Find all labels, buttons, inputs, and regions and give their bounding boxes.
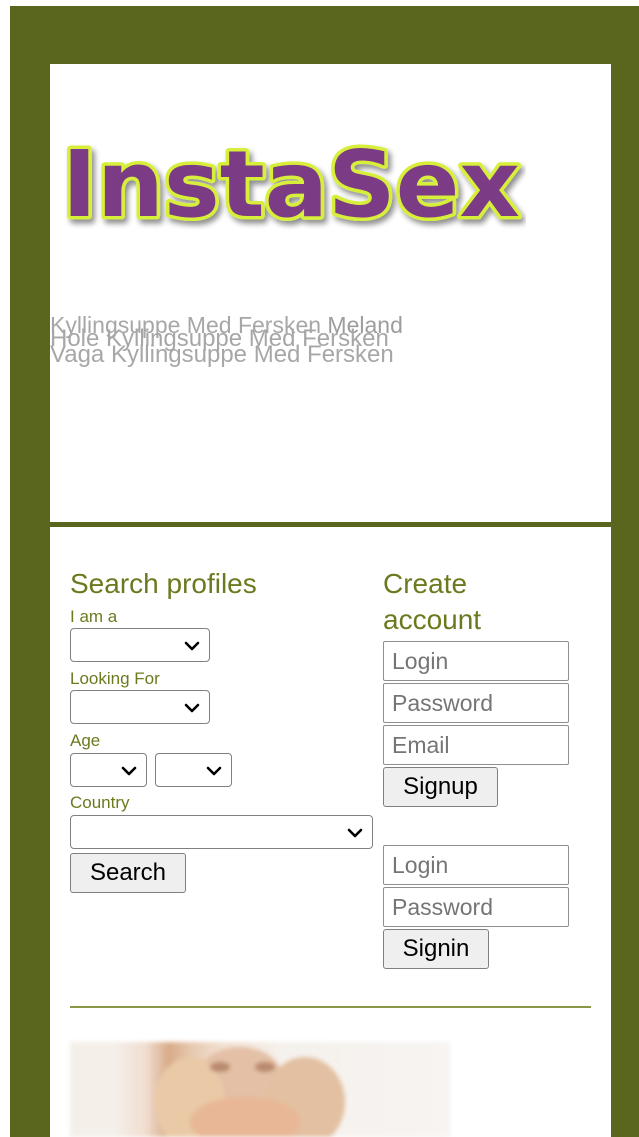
signup-password-input[interactable] bbox=[383, 683, 569, 723]
search-button[interactable]: Search bbox=[70, 853, 186, 893]
signin-button[interactable]: Signin bbox=[383, 929, 489, 969]
signin-password-input[interactable] bbox=[383, 887, 569, 927]
i-am-label: I am a bbox=[70, 607, 118, 626]
chevron-down-icon bbox=[184, 703, 200, 713]
instasex-logo[interactable]: InstaSex bbox=[58, 120, 526, 239]
signup-login-input[interactable] bbox=[383, 641, 569, 681]
header-panel: InstaSex Kyllingsuppe Med Fersken Meland… bbox=[50, 64, 611, 522]
chevron-down-icon bbox=[121, 766, 137, 776]
chevron-down-icon bbox=[184, 641, 200, 651]
age-from-select[interactable] bbox=[70, 753, 147, 787]
i-am-select[interactable] bbox=[70, 628, 210, 662]
search-profiles-title: Search profiles bbox=[70, 568, 257, 599]
age-to-select[interactable] bbox=[155, 753, 232, 787]
logo-wordmark: InstaSex bbox=[62, 131, 520, 238]
signin-login-input[interactable] bbox=[383, 845, 569, 885]
profile-photo[interactable] bbox=[70, 1042, 450, 1137]
blurred-profile-photo-icon bbox=[155, 1047, 345, 1137]
content-panel: Search profiles I am a Looking For Age C… bbox=[50, 527, 611, 1137]
country-select[interactable] bbox=[70, 815, 373, 849]
age-label: Age bbox=[70, 731, 101, 750]
chevron-down-icon bbox=[347, 828, 363, 838]
signup-button[interactable]: Signup bbox=[383, 767, 498, 807]
country-label: Country bbox=[70, 793, 130, 812]
ghost-link-line3[interactable]: Vaga Kyllingsuppe Med Fersken bbox=[50, 343, 394, 367]
signup-email-input[interactable] bbox=[383, 725, 569, 765]
create-account-title-line2: account bbox=[383, 604, 482, 635]
create-account-title-line1: Create bbox=[383, 568, 468, 599]
looking-for-label: Looking For bbox=[70, 669, 160, 688]
chevron-down-icon bbox=[206, 766, 222, 776]
looking-for-select[interactable] bbox=[70, 690, 210, 724]
section-divider bbox=[70, 1006, 591, 1008]
